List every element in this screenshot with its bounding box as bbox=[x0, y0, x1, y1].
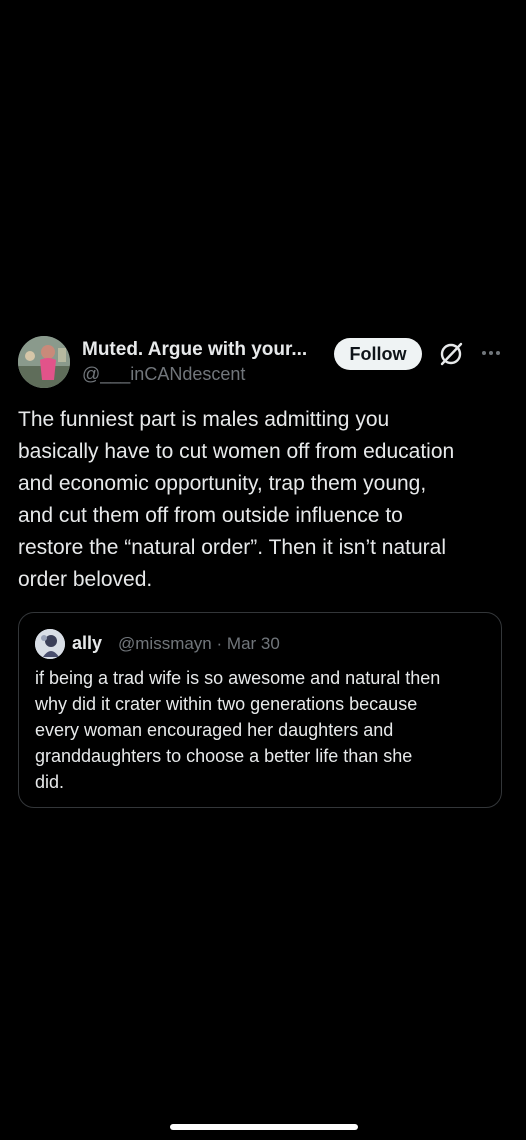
tweet-header: Muted. Argue with your... @___inCANdesce… bbox=[18, 334, 508, 390]
more-options-icon[interactable] bbox=[480, 344, 502, 362]
quoted-author-handle[interactable]: @missmayn bbox=[118, 634, 212, 653]
avatar-image bbox=[18, 336, 70, 388]
tweet-text: The funniest part is males admitting you… bbox=[18, 408, 455, 591]
author-avatar[interactable] bbox=[18, 336, 70, 388]
quoted-tweet-text: if being a trad wife is so awesome and n… bbox=[35, 668, 441, 792]
meta-separator: · bbox=[216, 634, 223, 653]
author-handle[interactable]: @___inCANdescent bbox=[82, 364, 245, 385]
grok-icon[interactable] bbox=[438, 341, 464, 367]
quoted-avatar-image bbox=[35, 629, 65, 659]
author-display-name[interactable]: Muted. Argue with your... bbox=[82, 339, 307, 361]
home-indicator[interactable] bbox=[170, 1124, 358, 1130]
follow-button[interactable]: Follow bbox=[334, 338, 422, 370]
quoted-tweet-meta: @missmayn · Mar 30 bbox=[118, 634, 280, 654]
quoted-author-name[interactable]: ally bbox=[72, 633, 102, 654]
quoted-tweet-date[interactable]: Mar 30 bbox=[227, 634, 280, 653]
quoted-tweet-card[interactable]: ally @missmayn · Mar 30 if being a trad … bbox=[18, 612, 502, 808]
quoted-author-avatar[interactable] bbox=[35, 629, 65, 659]
